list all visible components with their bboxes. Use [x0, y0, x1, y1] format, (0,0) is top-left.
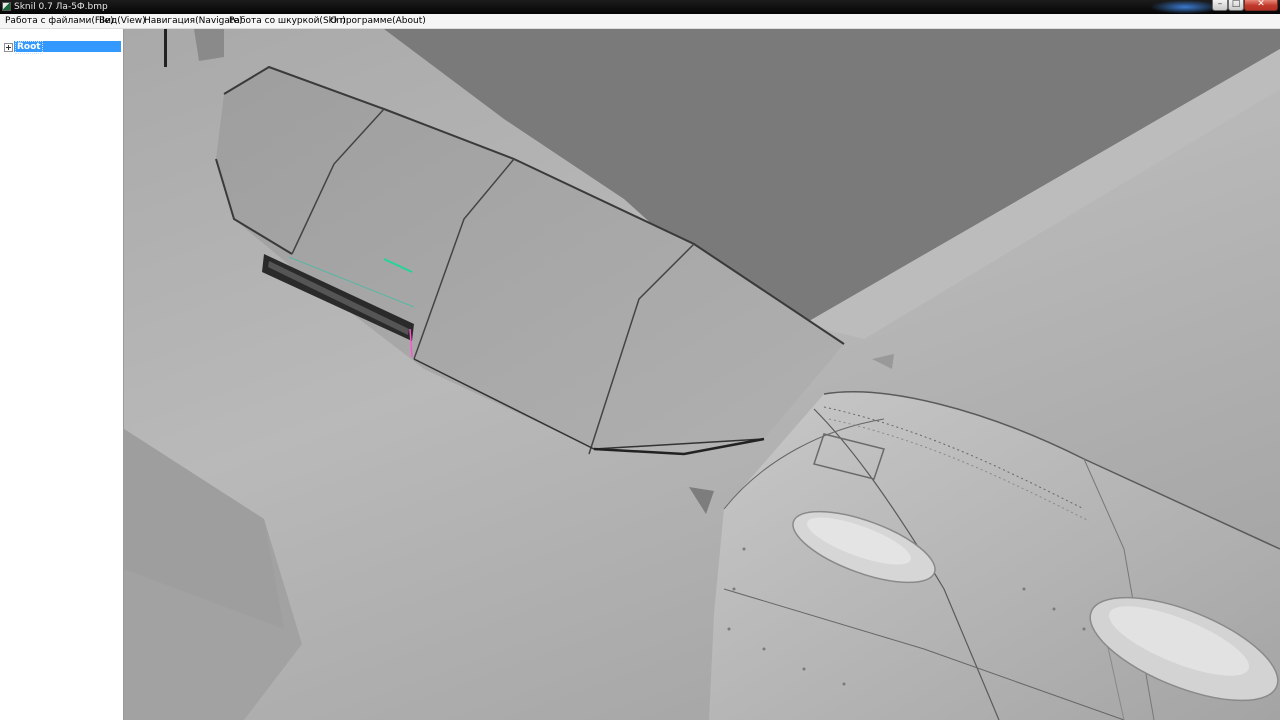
- window-title: Sknil 0.7 Ла-5Ф.bmp: [14, 2, 108, 12]
- close-button[interactable]: ✕: [1244, 0, 1278, 11]
- menu-skin[interactable]: Работа со шкуркой(Skin): [229, 14, 346, 28]
- menu-about[interactable]: О программе(About): [330, 14, 426, 28]
- antenna-mast: [164, 29, 167, 67]
- menu-view[interactable]: Вид(View): [99, 14, 146, 28]
- tree-node-root-label: Root: [15, 41, 43, 54]
- minimize-button[interactable]: –: [1212, 0, 1228, 11]
- tree-node-root[interactable]: Root: [14, 41, 121, 54]
- tree-expand-icon[interactable]: [4, 43, 13, 52]
- title-bar[interactable]: Sknil 0.7 Ла-5Ф.bmp – □ ✕: [0, 0, 1280, 14]
- taskbar-glow: [1150, 0, 1220, 14]
- menu-file[interactable]: Работа с файлами(File): [5, 14, 113, 28]
- tree-panel[interactable]: Root: [0, 29, 124, 720]
- menu-navigate[interactable]: Навигация(Navigate): [144, 14, 242, 28]
- aircraft-render: [124, 29, 1280, 720]
- 3d-viewport[interactable]: [124, 29, 1280, 720]
- app-icon: [2, 2, 11, 11]
- maximize-button[interactable]: □: [1228, 0, 1244, 11]
- menu-bar: Работа с файлами(File) Вид(View) Навигац…: [0, 14, 1280, 29]
